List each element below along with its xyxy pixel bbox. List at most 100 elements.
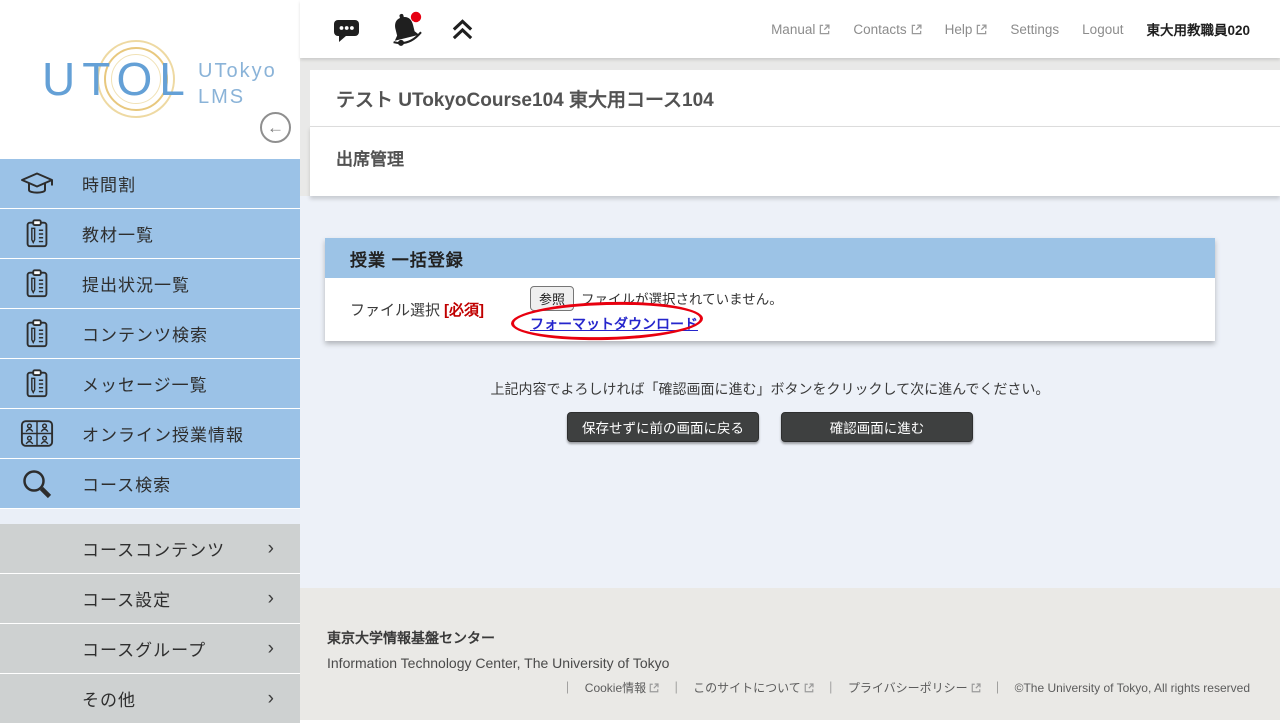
format-download-link[interactable]: フォーマットダウンロード	[530, 314, 698, 334]
footer: 東京大学情報基盤センター Information Technology Cent…	[300, 588, 1280, 720]
external-link-icon	[649, 683, 659, 693]
logo-subtitle: UTokyo LMS	[198, 58, 277, 110]
nav-help-link[interactable]: Help	[945, 22, 988, 37]
nav-label: Logout	[1082, 22, 1123, 37]
external-link-icon	[911, 24, 922, 35]
instruction-text: 上記内容でよろしければ「確認画面に進む」ボタンをクリックして次に進んでください。	[325, 379, 1215, 399]
logo-area: UTOL UTokyo LMS ←	[0, 0, 300, 158]
footer-link-label: プライバシーポリシー	[848, 679, 968, 696]
sidebar-item-label: その他	[82, 686, 136, 711]
footer-org-ja: 東京大学情報基盤センター	[327, 628, 1280, 648]
sidebar-item-messages[interactable]: メッセージ一覧	[0, 359, 300, 408]
course-title: テスト UTokyoCourse104 東大用コース104	[336, 85, 714, 112]
external-link-icon	[976, 24, 987, 35]
back-arrow-icon: ←	[267, 118, 284, 137]
nav-label: Help	[945, 22, 973, 37]
footer-org-en: Information Technology Center, The Unive…	[327, 655, 1280, 671]
sidebar-item-label: コンテンツ検索	[82, 321, 208, 346]
back-without-saving-button[interactable]: 保存せずに前の画面に戻る	[567, 412, 759, 442]
sidebar-item-materials[interactable]: 教材一覧	[0, 209, 300, 258]
content-area: 授業 一括登録 ファイル選択[必須] 参照 ファイルが選択されていません。 フォ…	[300, 196, 1280, 588]
nav-label: Contacts	[853, 22, 906, 37]
sidebar-item-label: 時間割	[82, 171, 136, 196]
sidebar-item-timetable[interactable]: 時間割	[0, 159, 300, 208]
browse-button[interactable]: 参照	[530, 286, 574, 311]
required-badge: [必須]	[444, 302, 484, 319]
sidebar-item-label: コースグループ	[82, 636, 206, 661]
clipboard-icon	[19, 268, 55, 300]
message-bubble-icon[interactable]	[332, 14, 362, 44]
logo-subtitle-line2: LMS	[198, 86, 245, 108]
external-link-icon	[819, 24, 830, 35]
sidebar-item-course-group[interactable]: コースグループ ›	[0, 624, 300, 673]
notification-badge	[411, 12, 421, 22]
sidebar-item-label: 提出状況一覧	[82, 271, 190, 296]
sidebar-item-course-contents[interactable]: コースコンテンツ ›	[0, 524, 300, 573]
clipboard-icon	[19, 368, 55, 400]
chevron-right-icon: ›	[268, 638, 274, 660]
collapse-up-icon[interactable]	[450, 17, 475, 42]
privacy-policy-link[interactable]: プライバシーポリシー	[848, 679, 981, 696]
sidebar-collapse-button[interactable]: ←	[260, 112, 291, 143]
file-input: 参照 ファイルが選択されていません。	[530, 286, 783, 311]
file-label-text: ファイル選択	[350, 302, 440, 319]
sidebar-item-label: 教材一覧	[82, 221, 154, 246]
panel-title: 授業 一括登録	[350, 246, 464, 271]
footer-separator: ｜	[992, 679, 1004, 696]
chevron-right-icon: ›	[268, 538, 274, 560]
nav-manual-link[interactable]: Manual	[771, 22, 830, 37]
clipboard-icon	[19, 318, 55, 350]
footer-link-label: Cookie情報	[585, 679, 646, 696]
chevron-right-icon: ›	[268, 588, 274, 610]
sidebar-item-label: コース設定	[82, 586, 171, 611]
external-link-icon	[971, 683, 981, 693]
utol-logo: UTOL	[42, 52, 192, 106]
file-select-label: ファイル選択[必須]	[350, 299, 530, 320]
sidebar-menu: 時間割 教材一覧	[0, 159, 300, 724]
notification-bell-icon[interactable]	[388, 10, 424, 48]
action-buttons: 保存せずに前の画面に戻る 確認画面に進む	[325, 412, 1215, 442]
online-class-icon	[19, 419, 55, 448]
clipboard-icon	[19, 218, 55, 250]
topbar: Manual Contacts Help Settings Logout 東	[300, 0, 1280, 58]
graduation-cap-icon	[19, 169, 55, 199]
nav-logout-link[interactable]: Logout	[1082, 22, 1123, 37]
sidebar-item-submissions[interactable]: 提出状況一覧	[0, 259, 300, 308]
bulk-register-panel: 授業 一括登録 ファイル選択[必須] 参照 ファイルが選択されていません。 フォ…	[325, 238, 1215, 341]
sidebar-item-course-search[interactable]: コース検索	[0, 459, 300, 508]
main-area: Manual Contacts Help Settings Logout 東	[300, 0, 1280, 720]
sidebar-item-others[interactable]: その他 ›	[0, 674, 300, 723]
logo-subtitle-line1: UTokyo	[198, 60, 277, 82]
chevron-right-icon: ›	[268, 688, 274, 710]
nav-contacts-link[interactable]: Contacts	[853, 22, 921, 37]
sidebar-item-course-settings[interactable]: コース設定 ›	[0, 574, 300, 623]
panel-body: ファイル選択[必須] 参照 ファイルが選択されていません。 フォーマットダウンロ…	[325, 278, 1215, 341]
sidebar-item-label: コース検索	[82, 471, 171, 496]
utol-lms-app: UTOL UTokyo LMS ← 時間割	[0, 0, 1280, 720]
footer-separator: ｜	[562, 679, 574, 696]
course-title-bar: テスト UTokyoCourse104 東大用コース104	[310, 70, 1280, 126]
sidebar-item-label: コースコンテンツ	[82, 536, 225, 561]
sidebar-item-online-class[interactable]: オンライン授業情報	[0, 409, 300, 458]
topbar-icons	[332, 10, 475, 48]
cookie-info-link[interactable]: Cookie情報	[585, 679, 659, 696]
panel-header: 授業 一括登録	[325, 238, 1215, 278]
topbar-nav: Manual Contacts Help Settings Logout 東	[771, 19, 1280, 39]
sidebar: UTOL UTokyo LMS ← 時間割	[0, 0, 300, 720]
sidebar-item-label: オンライン授業情報	[82, 421, 244, 446]
nav-settings-link[interactable]: Settings	[1010, 22, 1059, 37]
sidebar-item-content-search[interactable]: コンテンツ検索	[0, 309, 300, 358]
no-file-selected-text: ファイルが選択されていません。	[581, 288, 783, 308]
footer-separator: ｜	[825, 679, 837, 696]
section-title: 出席管理	[336, 145, 1280, 170]
nav-label: Settings	[1010, 22, 1059, 37]
user-name[interactable]: 東大用教職員020	[1146, 19, 1250, 39]
file-field: 参照 ファイルが選択されていません。 フォーマットダウンロード	[530, 286, 783, 334]
proceed-to-confirm-button[interactable]: 確認画面に進む	[781, 412, 973, 442]
footer-link-label: このサイトについて	[693, 679, 801, 696]
about-site-link[interactable]: このサイトについて	[693, 679, 814, 696]
copyright-text: ©The University of Tokyo, All rights res…	[1015, 681, 1250, 695]
nav-label: Manual	[771, 22, 815, 37]
footer-links: ｜ Cookie情報 ｜ このサイトについて ｜ プライバシーポリシー ｜ ©T…	[327, 679, 1280, 696]
external-link-icon	[804, 683, 814, 693]
